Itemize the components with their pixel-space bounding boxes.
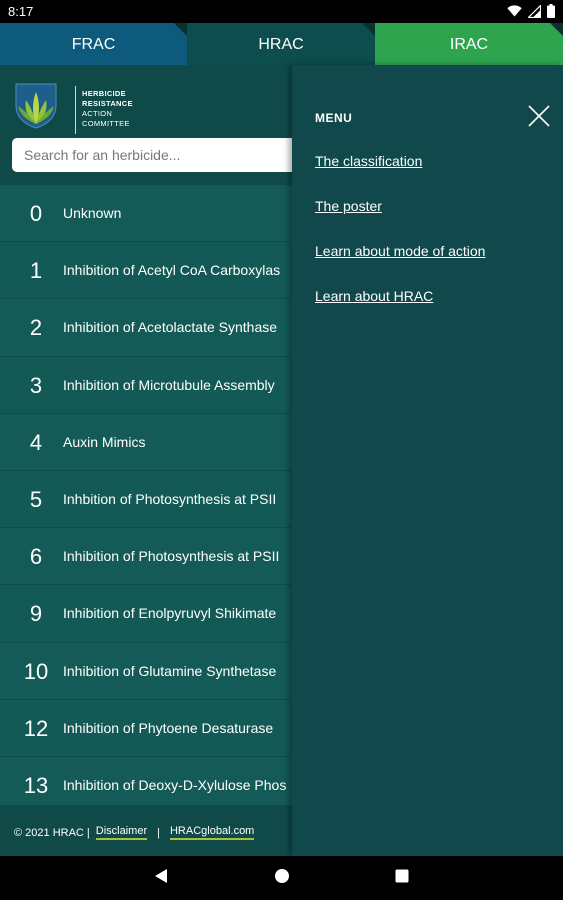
footer-content: © 2021 HRAC | Disclaimer | HRACglobal.co…	[14, 825, 255, 840]
menu-item-poster[interactable]: The poster	[315, 198, 382, 214]
tab-irac-label: IRAC	[449, 36, 489, 53]
group-label: Inhibition of Phytoene Desaturase	[63, 719, 274, 736]
group-label: Inhibition of Glutamine Synthetase	[63, 662, 277, 679]
tab-hrac-label: HRAC	[258, 36, 304, 53]
group-number: 10	[23, 658, 49, 684]
menu-item-about-hrac[interactable]: Learn about HRAC	[315, 288, 433, 304]
tab-frac[interactable]: FRAC	[0, 23, 187, 65]
logo-line-2: RESISTANCE	[82, 99, 133, 108]
recents-icon[interactable]	[395, 868, 409, 884]
search-input[interactable]	[12, 138, 312, 172]
group-number: 2	[29, 315, 43, 341]
group-number: 9	[29, 601, 43, 627]
battery-icon	[547, 4, 555, 18]
close-icon	[528, 105, 550, 127]
copyright-text: © 2021 HRAC |	[14, 826, 90, 839]
group-label: Inhibition of Enolpyruvyl Shikimate	[63, 605, 277, 622]
logo-line-3: ACTION	[82, 109, 113, 118]
logo-divider	[75, 86, 76, 134]
group-label: Unknown	[63, 205, 122, 221]
leaf-shield-icon	[15, 83, 57, 129]
home-icon[interactable]	[274, 868, 290, 884]
status-time: 8:17	[8, 4, 34, 19]
logo-line-4: COMMITTEE	[82, 119, 130, 128]
tab-bar: FRAC HRAC IRAC	[0, 23, 563, 65]
group-number: 13	[23, 772, 49, 798]
menu-title: MENU	[315, 111, 353, 125]
group-label: Auxin Mimics	[63, 433, 146, 450]
status-icons	[507, 4, 555, 18]
group-number: 3	[29, 372, 43, 398]
search-box	[12, 138, 312, 172]
menu-item-mode-of-action[interactable]: Learn about mode of action	[315, 243, 485, 259]
menu-item-classification[interactable]: The classification	[315, 153, 422, 169]
status-bar: 8:17	[0, 0, 563, 23]
group-number: 12	[23, 715, 49, 741]
hrac-logo[interactable]: HERBICIDE RESISTANCE ACTION COMMITTEE	[14, 76, 134, 134]
group-label: Inhibition of Acetyl CoA Carboxylas	[63, 262, 281, 279]
tab-corner	[174, 23, 187, 36]
group-number: 5	[29, 486, 43, 512]
group-number: 6	[29, 544, 43, 570]
website-link[interactable]: HRACglobal.com	[169, 825, 255, 840]
group-number: 0	[29, 201, 43, 226]
group-number: 1	[29, 258, 43, 284]
group-label: Inhibition of Photosynthesis at PSII	[63, 548, 280, 565]
navigation-bar	[0, 856, 563, 900]
group-label: Inhibition of Microtubule Assembly	[63, 376, 275, 393]
logo-text: HERBICIDE RESISTANCE ACTION COMMITTEE	[82, 89, 133, 129]
back-icon[interactable]	[154, 868, 168, 884]
logo-line-1: HERBICIDE	[82, 89, 126, 98]
tab-irac[interactable]: IRAC	[375, 23, 563, 65]
group-label: Inhibition of Deoxy-D-Xylulose Phos	[63, 776, 287, 793]
close-button[interactable]	[528, 105, 550, 127]
wifi-icon	[507, 5, 522, 17]
disclaimer-link[interactable]: Disclaimer	[95, 825, 148, 840]
signal-icon	[528, 4, 541, 18]
tab-corner	[550, 23, 563, 36]
tab-corner	[362, 23, 375, 36]
group-label: Inhibition of Acetolactate Synthase	[63, 319, 278, 336]
footer-separator: |	[157, 826, 160, 839]
tab-frac-label: FRAC	[71, 36, 116, 53]
tab-hrac[interactable]: HRAC	[187, 23, 375, 65]
group-number: 4	[29, 429, 43, 455]
menu-drawer: MENU The classification The poster Learn…	[292, 65, 563, 856]
group-label: Inhbition of Photosynthesis at PSII	[63, 490, 277, 507]
